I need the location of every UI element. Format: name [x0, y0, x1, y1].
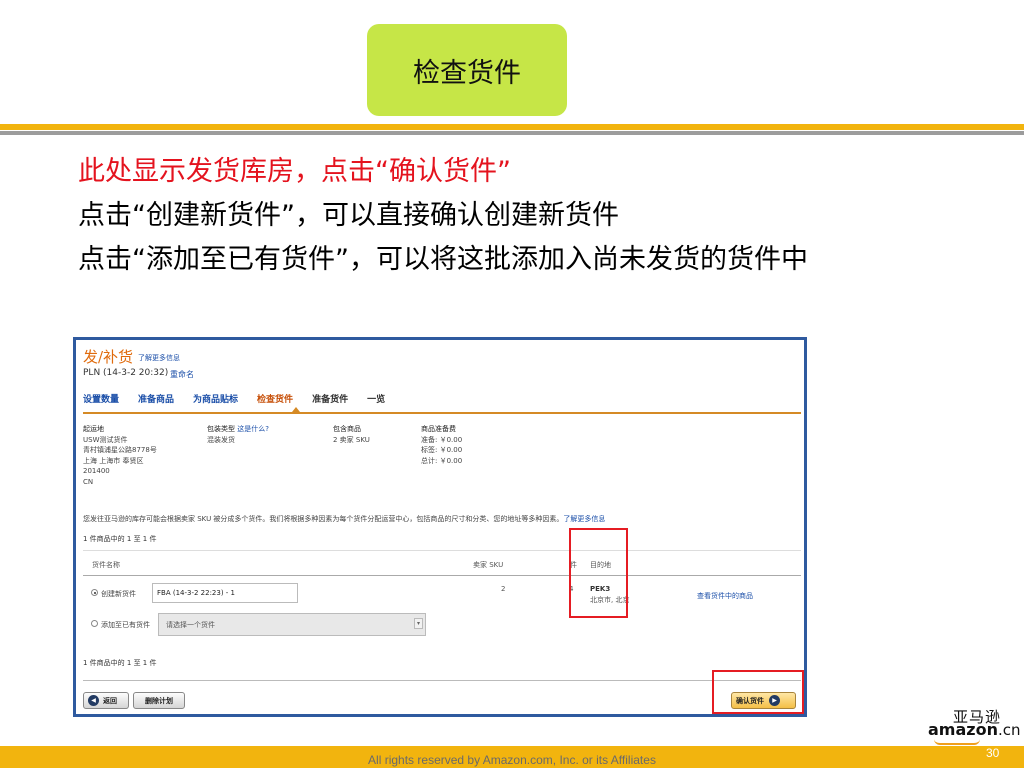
shipments-table-header: 货件名称 卖家 SKU 件 目的地	[83, 550, 801, 576]
active-tab-caret	[292, 407, 300, 412]
workflow-tabs: 设置数量 准备商品 为商品贴标 检查货件 准备货件 一览	[83, 392, 404, 410]
ship-from-summary: 起运地 USW测试货件 青村镇浦星公路8778号 上海 上海市 奉贤区 2014…	[83, 424, 157, 487]
tabs-divider	[83, 412, 801, 414]
add-existing-row: 添加至已有货件 请选择一个货件 ▾	[83, 610, 801, 636]
tab-label-products[interactable]: 为商品贴标	[193, 392, 238, 410]
learn-more-link[interactable]: 了解更多信息	[138, 353, 180, 363]
prep-fees-summary: 商品准备费 准备: ￥0.00 标签: ￥0.00 总计: ￥0.00	[421, 424, 462, 466]
slide-bullets: 此处显示发货库房，点击“确认货件” 点击“创建新货件”，可以直接确认创建新货件 …	[78, 150, 978, 278]
title-gray-rule	[0, 131, 1024, 135]
back-button-label: 返回	[103, 696, 117, 705]
tab-summary: 一览	[367, 395, 386, 405]
create-new-radio[interactable]	[91, 589, 98, 596]
seller-central-screenshot: 发/补货 了解更多信息 PLN (14-3-2 20:32) 重命名 设置数量 …	[73, 337, 807, 717]
notice-learn-more-link[interactable]: 了解更多信息	[563, 515, 605, 523]
bullet-warehouse-note: 此处显示发货库房，点击“确认货件”	[78, 156, 511, 187]
notice-text: 您发往亚马逊的库存可能会根据卖家 SKU 被分成多个货件。我们将根据多种因素为每…	[83, 515, 564, 523]
packing-type-value: 混装发货	[207, 435, 235, 444]
prep-fee-line: 总计: ￥0.00	[421, 456, 463, 465]
chevron-down-icon: ▾	[414, 618, 423, 629]
title-accent-rule	[0, 124, 1024, 130]
shipment-name-input[interactable]: FBA (14-3-2 22:23) - 1	[152, 583, 298, 603]
prep-fee-line: 准备: ￥0.00	[421, 435, 463, 444]
tab-set-quantity[interactable]: 设置数量	[83, 392, 119, 410]
select-placeholder: 请选择一个货件	[166, 621, 215, 629]
prep-fee-line: 标签: ￥0.00	[421, 446, 463, 454]
arrow-left-icon: ◀	[88, 695, 99, 706]
ship-from-line: 上海 上海市 奉贤区	[83, 456, 144, 465]
packing-type-summary: 包装类型 这是什么? 混装发货	[207, 424, 269, 445]
ship-from-line: USW测试货件	[83, 435, 128, 444]
tab-prepare-shipment: 准备货件	[312, 395, 349, 405]
tab-prepare-products[interactable]: 准备商品	[138, 392, 174, 410]
prep-fees-header: 商品准备费	[421, 425, 456, 433]
ship-from-line: CN	[83, 477, 94, 486]
item-count-top: 1 件商品中的 1 至 1 件	[83, 535, 157, 543]
view-shipment-items-link[interactable]: 查看货件中的商品	[697, 591, 753, 601]
slide-title: 检查货件	[367, 24, 567, 116]
rename-link[interactable]: 重命名	[170, 369, 194, 380]
col-seller-sku: 卖家 SKU	[473, 561, 504, 569]
existing-shipment-select[interactable]: 请选择一个货件 ▾	[158, 613, 426, 636]
create-new-label: 创建新货件	[101, 590, 136, 598]
packing-type-header: 包装类型	[207, 425, 235, 433]
destination-highlight	[569, 528, 628, 618]
ship-from-header: 起运地	[83, 425, 104, 433]
what-is-this-link[interactable]: 这是什么?	[237, 425, 269, 433]
table-row: 创建新货件 FBA (14-3-2 22:23) - 1 2 4 PEK3 北京…	[83, 578, 801, 608]
plan-name: PLN (14-3-2 20:32)	[83, 368, 169, 378]
smile-arrow-icon	[934, 739, 980, 745]
seller-sku-count: 2	[501, 585, 506, 593]
confirm-button-highlight	[712, 670, 804, 714]
delete-plan-button[interactable]: 删除计划	[133, 692, 185, 709]
split-shipment-notice: 您发往亚马逊的库存可能会根据卖家 SKU 被分成多个货件。我们将根据多种因素为每…	[83, 514, 801, 524]
add-existing-radio[interactable]	[91, 620, 98, 627]
brand-wordmark: amazon.cn	[928, 720, 1021, 739]
bullet-add-existing: 点击“添加至已有货件”，可以将这批添加入尚未发货的货件中	[78, 244, 808, 275]
ship-from-line: 201400	[83, 467, 110, 475]
item-count-bottom: 1 件商品中的 1 至 1 件	[83, 659, 157, 667]
col-shipment-name: 货件名称	[92, 561, 120, 569]
tab-review-shipments[interactable]: 检查货件	[257, 392, 293, 410]
delete-plan-label: 删除计划	[145, 696, 173, 705]
contents-summary: 包含商品 2 卖家 SKU	[333, 424, 370, 445]
footer-divider	[83, 680, 801, 681]
back-button[interactable]: ◀ 返回	[83, 692, 129, 709]
contents-value: 2 卖家 SKU	[333, 435, 370, 444]
brand-word: amazon	[928, 720, 998, 739]
amazon-cn-logo: 亚马逊 amazon.cn	[928, 706, 1021, 745]
contents-header: 包含商品	[333, 425, 361, 433]
page-title: 发/补货	[83, 348, 134, 366]
ship-from-line: 青村镇浦星公路8778号	[83, 446, 157, 454]
add-existing-label: 添加至已有货件	[101, 621, 150, 629]
page-number: 30	[986, 746, 1000, 760]
copyright-text: All rights reserved by Amazon.com, Inc. …	[368, 753, 656, 767]
bullet-create-new: 点击“创建新货件”，可以直接确认创建新货件	[78, 200, 619, 231]
brand-suffix: .cn	[997, 721, 1021, 739]
